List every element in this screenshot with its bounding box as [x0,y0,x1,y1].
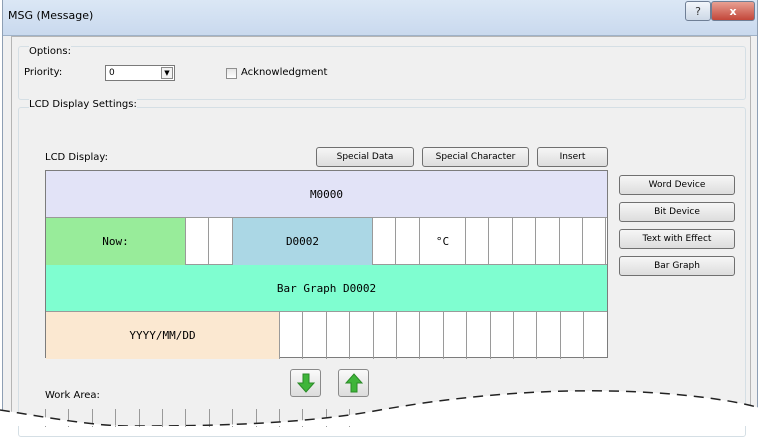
options-group: Options: Priority: 0 ▼ Acknowledgment [18,46,746,100]
bar-graph-block[interactable]: Bar Graph D0002 [46,265,607,312]
device-block[interactable]: D0002 [233,218,373,265]
acknowledgment-checkbox[interactable] [226,68,237,79]
options-legend: Options: [29,46,71,57]
empty-cells[interactable] [186,218,233,265]
arrow-down-icon [296,373,315,393]
dialog-body: Options: Priority: 0 ▼ Acknowledgment LC… [11,36,751,437]
lcd-row-4[interactable]: YYYY/MM/DD [46,312,607,359]
date-block[interactable]: YYYY/MM/DD [46,312,280,359]
lcd-row-2[interactable]: Now: D0002 °C [46,218,607,265]
now-text-block[interactable]: Now: [46,218,186,265]
word-device-block[interactable]: M0000 [46,171,607,218]
work-area-label: Work Area: [45,390,100,401]
lcd-row-3[interactable]: Bar Graph D0002 [46,265,607,312]
priority-select[interactable]: 0 ▼ [105,65,175,81]
special-character-button[interactable]: Special Character [422,147,529,167]
unit-block[interactable]: °C [420,218,466,265]
lcd-display-grid[interactable]: M0000 Now: D0002 °C Bar Graph D0002 YYYY… [45,170,608,359]
bar-graph-button[interactable]: Bar Graph [619,256,735,276]
work-area-grid[interactable] [45,409,385,427]
word-device-button[interactable]: Word Device [619,175,735,195]
window-title: MSG (Message) [8,9,94,22]
lcd-display-label: LCD Display: [45,152,108,163]
title-bar: MSG (Message) ? x [3,0,757,36]
bit-device-button[interactable]: Bit Device [619,202,735,222]
message-dialog: MSG (Message) ? x Options: Priority: 0 ▼… [2,0,758,437]
close-button[interactable]: x [711,1,755,21]
empty-cells[interactable] [280,312,607,359]
priority-value: 0 [109,68,115,78]
lcd-settings-legend: LCD Display Settings: [29,99,137,110]
arrow-up-icon [344,373,363,393]
acknowledgment-label[interactable]: Acknowledgment [241,67,327,78]
chevron-down-icon[interactable]: ▼ [161,67,173,79]
insert-button[interactable]: Insert [537,147,608,167]
special-data-button[interactable]: Special Data [316,147,414,167]
empty-cells[interactable] [373,218,420,265]
move-down-button[interactable] [290,369,321,397]
lcd-row-1[interactable]: M0000 [46,171,607,218]
empty-cells[interactable] [466,218,607,265]
move-up-button[interactable] [338,369,369,397]
help-button[interactable]: ? [685,1,711,21]
priority-label: Priority: [24,67,63,78]
text-with-effect-button[interactable]: Text with Effect [619,229,735,249]
